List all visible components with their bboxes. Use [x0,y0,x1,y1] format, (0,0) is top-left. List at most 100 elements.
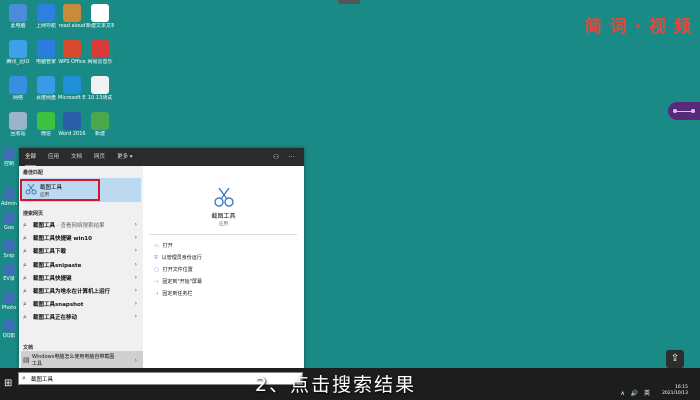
desktop-icon[interactable]: 微信 [32,112,60,137]
desktop-icon[interactable]: 新建文本文档 [86,4,114,29]
web-result-item[interactable]: ⌕ 截图工具为啥永在计算机上运行 › [19,284,143,297]
search-icon: ⌕ [23,234,27,243]
desktop-icon-label: 网络 [12,95,23,101]
desktop-icon[interactable]: 百度网盘 [32,76,60,101]
desktop-icon[interactable]: 回收站 [4,112,32,137]
tab-web[interactable]: 网页 [94,148,105,166]
web-result-item[interactable]: ⌕ 截图工具 - 查看网络搜索结果 › [19,218,143,231]
top-drag-handle[interactable] [338,0,360,4]
desktop-icon[interactable]: 腾讯_迅IO [4,40,32,65]
desktop-icon-label: Word 2016 [58,131,86,137]
app-icon [3,212,15,224]
widget-dot-icon [691,109,695,113]
side-widget[interactable] [668,102,700,120]
desktop-icon[interactable]: Goo [0,212,18,231]
chevron-right-icon[interactable]: › [135,287,137,294]
windows-start-icon[interactable]: ⊞ [4,378,12,389]
tab-all[interactable]: 全部 [25,148,37,166]
desktop-icon-label: 控制 [3,161,14,167]
web-result-query: 截图工具快捷键 win10 [33,236,92,243]
web-result-text: 截图工具 - 查看网络搜索结果 [33,221,105,229]
app-icon [63,4,81,22]
tab-more[interactable]: 更多 ▾ [117,148,133,166]
chevron-right-icon[interactable]: › [135,300,137,307]
desktop-icon[interactable]: EV录 [0,263,18,282]
chevron-right-icon[interactable]: › [135,274,137,281]
search-icon: ⌕ [23,313,27,322]
web-result-item[interactable]: ⌕ 截图工具snipaste › [19,258,143,271]
app-icon [91,76,109,94]
desktop-icon-label: 新建文本文档 [86,23,114,29]
app-icon [63,40,81,58]
desktop-icon[interactable]: Microsoft Edge [58,76,86,101]
desktop-icon-label: Admin [1,201,17,207]
chevron-right-icon[interactable]: › [135,234,137,241]
chevron-right-icon[interactable]: › [135,313,137,320]
web-result-text: 截图工具快捷键 [33,274,72,282]
web-result-item[interactable]: ⌕ 截图工具snapshot › [19,297,143,310]
detail-action-item[interactable]: ⊣ 固定到"开始"屏幕 [154,278,202,285]
desktop-icon[interactable]: 网络 [4,76,32,101]
web-result-item[interactable]: ⌕ 截图工具快捷键 win10 › [19,231,143,244]
desktop-icon[interactable]: Admin [0,188,18,207]
detail-action-label: 打开文件位置 [162,267,193,273]
detail-action-label: 固定到"开始"屏幕 [162,279,202,285]
web-result-item[interactable]: ⌕ 截图工具正在移动 › [19,310,143,323]
desktop-icon[interactable]: 上网导航 [32,4,60,29]
desktop-icon[interactable]: Snip [0,240,18,259]
web-result-item[interactable]: ⌕ 截图工具下载 › [19,244,143,257]
highlight-box [20,179,100,201]
web-result-text: 截图工具snipaste [33,261,81,269]
desktop-icon[interactable]: Photo [0,292,18,311]
desktop-icon[interactable]: read aloud [58,4,86,29]
tutorial-caption: 2、点击搜索结果 [255,374,417,396]
desktop-icon-label: EV录 [3,276,15,282]
desktop-icon[interactable]: 此电脑 [4,4,32,29]
desktop-icon[interactable]: 10.13测试 [86,76,114,101]
search-icon: ⌕ [23,247,27,256]
web-result-query: 截图工具下载 [33,249,67,256]
open-icon: ▭ [154,243,159,249]
tab-documents[interactable]: 文档 [71,148,82,166]
chevron-right-icon[interactable]: › [135,261,137,268]
desktop-icon-label: 新建 [94,131,105,137]
detail-action-item[interactable]: ⛨ 以管理员身份运行 [154,254,202,261]
detail-action-item[interactable]: ⊣ 固定到任务栏 [154,290,192,297]
web-result-query: 截图工具快捷键 [33,275,72,282]
app-icon [91,112,109,130]
chevron-right-icon[interactable]: › [135,247,137,254]
export-icon[interactable]: ⇪ [666,350,684,368]
search-icon: ⌕ [22,374,26,382]
desktop-icon[interactable]: 网易云音乐 [86,40,114,65]
search-input[interactable]: 截图工具 [31,375,53,383]
detail-action-item[interactable]: ▢ 打开文件位置 [154,266,193,273]
desktop-icon[interactable]: 控制 [0,148,18,167]
web-result-hint: - 查看网络搜索结果 [55,223,105,229]
ellipsis-icon[interactable]: ··· [288,153,295,161]
tab-apps[interactable]: 应用 [48,148,59,166]
desktop-icon[interactable]: QQ影 [0,320,18,339]
desktop-icon-label: WPS Office [58,59,86,65]
pin-start-icon: ⊣ [154,279,159,285]
desktop-icon[interactable]: WPS Office [58,40,86,65]
person-icon[interactable]: ⚇ [273,153,279,161]
desktop-icon[interactable]: Word 2016 [58,112,86,137]
web-result-item[interactable]: ⌕ 截图工具快捷键 › [19,271,143,284]
admin-shield-icon: ⛨ [154,255,158,261]
chevron-right-icon[interactable]: › [135,357,137,364]
system-tray[interactable]: ∧ 🔊 英 [620,388,652,397]
desktop-icon[interactable]: 电脑管家 [32,40,60,65]
divider [149,234,297,235]
search-icon: ⌕ [23,286,27,295]
web-result-query: 截图工具为啥永在计算机上运行 [33,288,111,295]
app-icon [37,40,55,58]
chevron-right-icon[interactable]: › [135,221,137,228]
clock[interactable]: 16:15 2021/10/13 [662,385,688,396]
app-icon [37,112,55,130]
detail-action-label: 以管理员身份运行 [161,255,202,261]
desktop-icon[interactable]: 新建 [86,112,114,137]
detail-action-item[interactable]: ▭ 打开 [154,242,173,249]
app-icon [3,292,15,304]
detail-action-label: 打开 [162,243,173,249]
start-tabs: 全部 应用 文档 网页 更多 ▾ ⚇ ··· [19,148,304,166]
